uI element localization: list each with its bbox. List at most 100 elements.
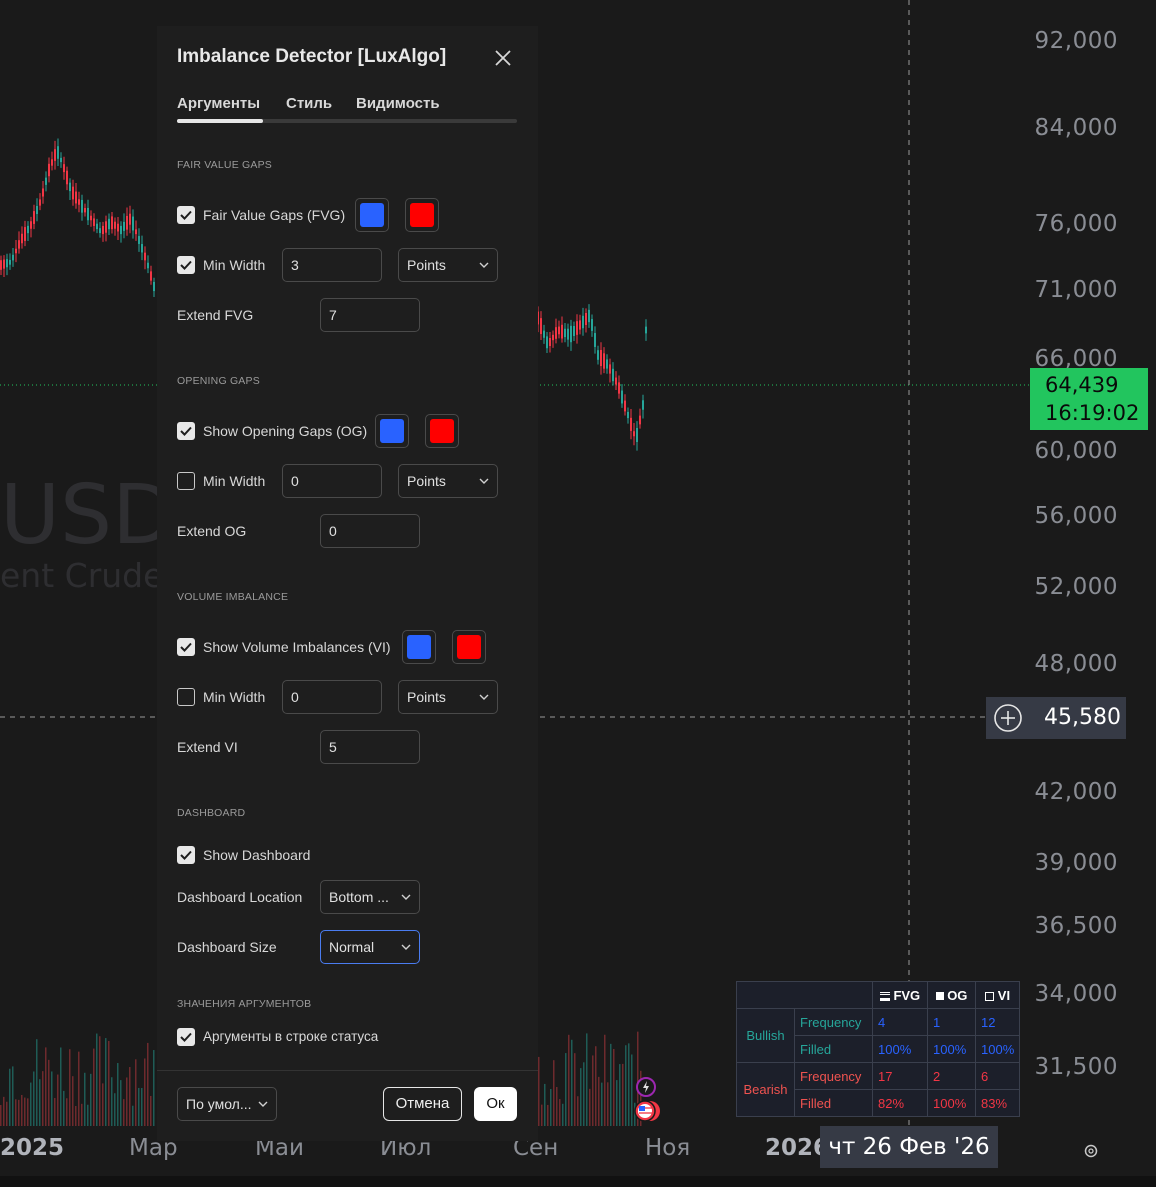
- candle-body: [582, 315, 584, 329]
- price-axis-tick: 48,000: [1034, 651, 1118, 677]
- fvg-min-width-checkbox[interactable]: [177, 256, 195, 274]
- price-axis-tick: 84,000: [1034, 115, 1118, 141]
- time-axis-tick: Ноя: [645, 1135, 691, 1161]
- dashboard-bullish-filled-label: Filled: [794, 1035, 873, 1063]
- ok-button[interactable]: Ок: [474, 1087, 517, 1121]
- candle-body: [12, 254, 14, 261]
- candle-body: [42, 188, 44, 197]
- gear-icon[interactable]: [1083, 1143, 1099, 1159]
- candle-body: [21, 233, 23, 244]
- indicator-settings-dialog: Imbalance Detector [LuxAlgo] Аргументы С…: [157, 26, 538, 1141]
- candle-body: [558, 326, 560, 335]
- volume-bar: [45, 1047, 47, 1126]
- fvg-extend-input[interactable]: 7: [320, 298, 420, 332]
- candle-body: [60, 157, 62, 163]
- volume-bar: [114, 1093, 116, 1126]
- checkmark-icon: [180, 426, 192, 436]
- volume-bar: [129, 1067, 131, 1126]
- add-alert-button[interactable]: [986, 697, 1030, 739]
- vi-bullish-color-swatch[interactable]: [402, 630, 436, 664]
- og-show-checkbox[interactable]: [177, 422, 195, 440]
- vi-min-width-unit-select[interactable]: Points: [398, 680, 498, 714]
- section-title-og: OPENING GAPS: [177, 375, 260, 387]
- volume-bar: [6, 1101, 8, 1126]
- og-bullish-color-swatch[interactable]: [375, 414, 409, 448]
- dashboard-bearish-filled-label: Filled: [794, 1089, 873, 1117]
- bar-countdown: 16:19:02: [1045, 401, 1140, 425]
- vi-extend-input[interactable]: 5: [320, 730, 420, 764]
- volume-bar: [111, 1077, 113, 1126]
- dashboard-show-checkbox[interactable]: [177, 846, 195, 864]
- vi-min-width-checkbox[interactable]: [177, 688, 195, 706]
- volume-bar: [580, 1068, 582, 1126]
- og-min-width-checkbox[interactable]: [177, 472, 195, 490]
- tab-visibility[interactable]: Видимость: [356, 95, 440, 112]
- fvg-bearish-color-swatch[interactable]: [405, 198, 439, 232]
- candle-body: [24, 227, 26, 241]
- dashboard-bearish-label: Bearish: [736, 1062, 795, 1117]
- candle-body: [18, 240, 20, 249]
- bullish-fvg-frequency: 4: [872, 1008, 928, 1036]
- volume-bar: [147, 1042, 149, 1126]
- price-axis-tick: 52,000: [1034, 574, 1118, 600]
- candle-body: [87, 207, 89, 221]
- candle-body: [567, 328, 569, 340]
- candle-body: [606, 359, 608, 369]
- close-icon[interactable]: [493, 48, 513, 68]
- bottom-strip: [0, 1176, 1156, 1187]
- cancel-button[interactable]: Отмена: [383, 1087, 462, 1121]
- bearish-fvg-filled: 82%: [872, 1089, 928, 1117]
- volume-bar: [27, 1098, 29, 1126]
- og-min-width-unit-select[interactable]: Points: [398, 464, 498, 498]
- checkmark-icon: [180, 850, 192, 860]
- vi-bearish-color-swatch[interactable]: [452, 630, 486, 664]
- candle-body: [75, 191, 77, 204]
- dashboard-location-select[interactable]: Bottom ...: [320, 880, 420, 914]
- chevron-down-icon: [479, 478, 489, 484]
- candle-body: [0, 260, 2, 270]
- tab-style[interactable]: Стиль: [286, 95, 332, 112]
- bullish-og-frequency: 1: [927, 1008, 976, 1036]
- vi-show-checkbox[interactable]: [177, 638, 195, 656]
- bullish-vi-frequency: 12: [974, 1008, 1021, 1036]
- status-line-checkbox[interactable]: [177, 1028, 195, 1046]
- dashboard-location-value: Bottom ...: [329, 889, 389, 905]
- last-price-value: 64,439: [1045, 373, 1119, 397]
- volume-bar: [117, 1063, 119, 1126]
- defaults-select[interactable]: По умол...: [177, 1087, 277, 1121]
- volume-bar: [90, 1073, 92, 1126]
- og-show-label: Show Opening Gaps (OG): [203, 423, 368, 439]
- fvg-min-width-input[interactable]: 3: [282, 248, 382, 282]
- section-title-dashboard: DASHBOARD: [177, 807, 246, 819]
- candle-body: [66, 170, 68, 185]
- candle-body: [54, 149, 56, 161]
- vi-min-width-unit-value: Points: [407, 689, 446, 705]
- og-extend-input[interactable]: 0: [320, 514, 420, 548]
- vi-min-width-input[interactable]: 0: [282, 680, 382, 714]
- us-flag-icon[interactable]: [634, 1099, 662, 1123]
- candle-body: [126, 215, 128, 230]
- candle-body: [624, 400, 626, 412]
- og-min-width-input[interactable]: 0: [282, 464, 382, 498]
- candle-body: [141, 244, 143, 253]
- volume-bar: [42, 1071, 44, 1126]
- candle-body: [549, 337, 551, 347]
- candle-body: [72, 186, 74, 200]
- dashboard-header-vi: VI: [974, 981, 1021, 1009]
- volume-bar: [102, 1083, 104, 1126]
- volume-bar: [93, 1048, 95, 1126]
- og-bearish-color-swatch[interactable]: [425, 414, 459, 448]
- candle-body: [546, 336, 548, 349]
- volume-bar: [72, 1076, 74, 1126]
- volume-bar: [21, 1094, 23, 1126]
- chevron-down-icon: [479, 694, 489, 700]
- fvg-min-width-unit-value: Points: [407, 257, 446, 273]
- candle-body: [645, 326, 647, 334]
- fvg-legend-icon: [879, 991, 890, 1001]
- fvg-show-checkbox[interactable]: [177, 206, 195, 224]
- dashboard-size-select[interactable]: Normal: [320, 930, 420, 964]
- tab-arguments[interactable]: Аргументы: [177, 95, 260, 112]
- fvg-bullish-color-swatch[interactable]: [355, 198, 389, 232]
- lightning-icon[interactable]: [635, 1076, 657, 1098]
- fvg-min-width-unit-select[interactable]: Points: [398, 248, 498, 282]
